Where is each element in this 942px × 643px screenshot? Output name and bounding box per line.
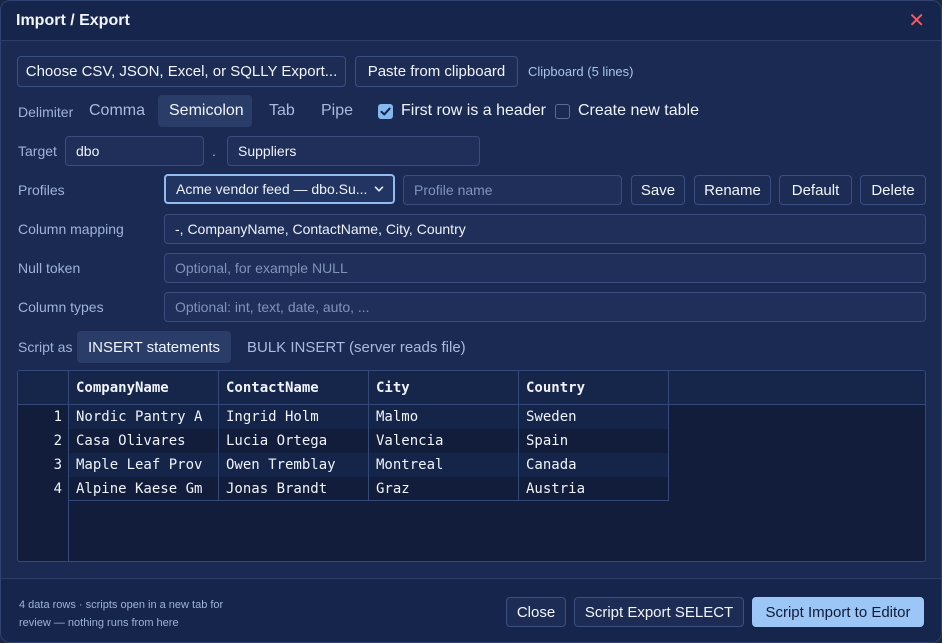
delimiter-option-semicolon[interactable]: Semicolon xyxy=(158,95,252,127)
target-separator: . xyxy=(212,143,216,159)
table-cell: Canada xyxy=(526,457,577,473)
target-table-input[interactable]: Suppliers xyxy=(227,136,480,166)
checkmark-icon xyxy=(380,107,391,116)
grid-divider xyxy=(68,500,669,501)
table-cell: Montreal xyxy=(376,457,444,473)
row-number: 2 xyxy=(53,433,62,449)
null-token-label: Null token xyxy=(18,260,81,276)
table-cell: Valencia xyxy=(376,433,444,449)
table-cell: Spain xyxy=(526,433,569,449)
profile-rename-button[interactable]: Rename xyxy=(694,175,771,205)
table-cell: Sweden xyxy=(526,409,577,425)
row-number: 1 xyxy=(53,409,62,425)
table-cell: Lucia Ortega xyxy=(226,433,328,449)
column-mapping-input[interactable]: -, CompanyName, ContactName, City, Count… xyxy=(164,214,926,244)
profile-name-input[interactable]: Profile name xyxy=(403,175,622,205)
table-cell: Maple Leaf Prov xyxy=(76,457,203,473)
column-header[interactable]: CompanyName xyxy=(76,380,169,396)
table-cell: Austria xyxy=(526,481,586,497)
footer-note: 4 data rows · scripts open in a new tab … xyxy=(19,596,269,632)
script-as-bulk-option[interactable]: BULK INSERT (server reads file) xyxy=(236,331,477,363)
target-label: Target xyxy=(18,143,57,159)
script-as-label: Script as xyxy=(18,339,73,355)
paste-clipboard-button[interactable]: Paste from clipboard xyxy=(355,56,518,87)
script-as-insert-option[interactable]: INSERT statements xyxy=(77,331,231,363)
table-cell: Alpine Kaese Gm xyxy=(76,481,203,497)
column-types-label: Column types xyxy=(18,299,104,315)
column-header[interactable]: ContactName xyxy=(226,380,319,396)
clipboard-status: Clipboard (5 lines) xyxy=(528,64,634,79)
column-types-input[interactable]: Optional: int, text, date, auto, ... xyxy=(164,292,926,322)
null-token-input[interactable]: Optional, for example NULL xyxy=(164,253,926,283)
profile-select-value: Acme vendor feed — dbo.Su... xyxy=(176,181,368,197)
table-cell: Ingrid Holm xyxy=(226,409,319,425)
table-cell: Malmo xyxy=(376,409,419,425)
table-cell: Jonas Brandt xyxy=(226,481,328,497)
profile-default-button[interactable]: Default xyxy=(779,175,852,205)
delimiter-option-pipe[interactable]: Pipe xyxy=(310,95,364,127)
close-icon[interactable]: ✕ xyxy=(908,11,925,31)
profile-select[interactable]: Acme vendor feed — dbo.Su... xyxy=(164,174,395,204)
profile-delete-button[interactable]: Delete xyxy=(860,175,926,205)
grid-divider xyxy=(68,371,69,561)
column-mapping-label: Column mapping xyxy=(18,221,124,237)
script-import-button[interactable]: Script Import to Editor xyxy=(752,597,924,627)
delimiter-option-comma[interactable]: Comma xyxy=(78,95,156,127)
chevron-down-icon xyxy=(374,186,384,192)
footer-note-line: 4 data rows · scripts open in a new tab … xyxy=(19,599,224,611)
column-header[interactable]: Country xyxy=(526,380,585,396)
first-row-header-checkbox[interactable] xyxy=(378,104,393,119)
footer-note-line: review — nothing runs from here xyxy=(19,617,179,629)
delimiter-label: Delimiter xyxy=(18,104,74,120)
profiles-label: Profiles xyxy=(18,182,65,198)
dialog-titlebar: Import / Export ✕ xyxy=(1,1,941,41)
create-new-table-checkbox[interactable] xyxy=(555,104,570,119)
table-cell: Casa Olivares xyxy=(76,433,186,449)
row-number: 4 xyxy=(53,481,62,497)
dialog-title: Import / Export xyxy=(16,11,130,29)
preview-grid: CompanyName ContactName City Country 1 N… xyxy=(17,370,926,562)
target-schema-input[interactable]: dbo xyxy=(65,136,204,166)
grid-divider xyxy=(668,371,669,501)
grid-divider xyxy=(518,371,519,501)
import-export-dialog: Import / Export ✕ Choose CSV, JSON, Exce… xyxy=(0,0,942,643)
create-new-table-label[interactable]: Create new table xyxy=(578,102,699,120)
row-number: 3 xyxy=(53,457,62,473)
table-cell: Graz xyxy=(376,481,410,497)
grid-divider xyxy=(218,371,219,501)
profile-save-button[interactable]: Save xyxy=(631,175,685,205)
script-export-select-button[interactable]: Script Export SELECT xyxy=(574,597,744,627)
choose-file-button[interactable]: Choose CSV, JSON, Excel, or SQLLY Export… xyxy=(17,56,346,87)
grid-divider xyxy=(368,371,369,501)
delimiter-option-tab[interactable]: Tab xyxy=(258,95,306,127)
table-cell: Nordic Pantry A xyxy=(76,409,203,425)
first-row-header-label[interactable]: First row is a header xyxy=(401,102,546,120)
table-cell: Owen Tremblay xyxy=(226,457,336,473)
close-button[interactable]: Close xyxy=(506,597,566,627)
dialog-footer: 4 data rows · scripts open in a new tab … xyxy=(1,578,941,642)
column-header[interactable]: City xyxy=(376,380,410,396)
